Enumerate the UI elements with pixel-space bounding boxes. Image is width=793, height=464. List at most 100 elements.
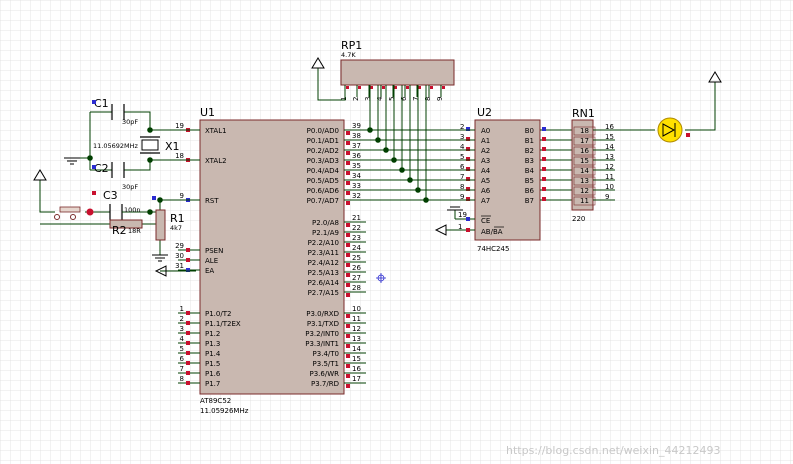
pin-state-marker [346,181,350,185]
u1-microcontroller[interactable]: U1 AT89C52 11.05926MHz 19XTAL118XTAL29RS… [175,106,366,415]
x1-ref-label: X1 [165,140,180,153]
u1-pin-number: 7 [180,365,184,373]
pin-state-marker [542,167,546,171]
resistor-r2[interactable]: R2 18R [109,219,143,237]
u1-pin-number: 8 [180,375,184,383]
c2-ref-label: C2 [94,162,109,175]
pin-state-marker [346,354,350,358]
u1-pin-name: P1.3 [205,340,220,348]
u1-pin-number: 27 [352,274,361,282]
rn1-pin-number: 14 [605,143,614,151]
pin-state-marker [542,147,546,151]
rn1-pin-number: 18 [580,127,589,135]
pin-state-marker [186,351,190,355]
u2-pin-name: B5 [525,177,534,185]
u1-pin-name: P3.6/WR [310,370,340,378]
u1-pin-name: P2.7/A15 [308,289,339,297]
pin-state-marker [346,374,350,378]
u2-pin-name: A4 [481,167,491,175]
rn1-pin-number: 14 [580,167,589,175]
u2-pin-name: A0 [481,127,490,135]
u1-pin-name: P1.2 [205,330,220,338]
pin-state-marker [186,371,190,375]
u1-pin-number: 34 [352,172,361,180]
u2-dir-pin-number: 1 [458,223,462,231]
u1-pin-number: 33 [352,182,361,190]
pin-state-marker [346,314,350,318]
junction-dot [407,177,413,183]
pin-state-marker [346,344,350,348]
pin-state-marker [346,171,350,175]
u1-pin-number: 29 [175,242,184,250]
pin-state-marker [346,283,350,287]
u1-pin-name: P1.4 [205,350,221,358]
r2-value-label: 18R [128,227,141,235]
rp1-pin-number: 2 [352,97,360,101]
u2-pin-name: B0 [525,127,534,135]
u1-pin-number: 37 [352,142,361,150]
u1-pin-name: P0.2/AD2 [307,147,339,155]
pin-state-marker [406,86,409,89]
rp1-value-label: 4.7K [341,51,356,59]
pin-state-marker [186,361,190,365]
u2-pin-name: B3 [525,157,534,165]
rn1-pin-number: 9 [605,193,609,201]
pin-state-marker [346,253,350,257]
u1-pin-number: 32 [352,192,361,200]
u1-pin-name: P1.5 [205,360,220,368]
u1-pin-name: P0.7/AD7 [307,197,339,205]
pin-state-marker [346,223,350,227]
pin-state-marker [346,131,350,135]
u1-pin-name: P2.3/A11 [308,249,339,257]
junction-dot [147,127,153,133]
u1-pin-name: RST [205,197,219,205]
c3-ref-label: C3 [103,189,118,202]
u1-pin-number: 13 [352,335,361,343]
u1-pin-name: P1.0/T2 [205,310,231,318]
u2-pin-name: B2 [525,147,534,155]
junction-dot [391,157,397,163]
junction-dot [399,167,405,173]
schematic-svg: U1 AT89C52 11.05926MHz 19XTAL118XTAL29RS… [0,0,793,464]
junction-dot [147,157,153,163]
u1-pin-name: P3.1/TXD [307,320,339,328]
c3-value-label: 100n [124,206,141,214]
u1-pin-name: P3.7/RD [311,380,339,388]
u1-pin-number: 11 [352,315,361,323]
u1-pin-number: 22 [352,224,361,232]
u1-pin-number: 6 [180,355,185,363]
pin-state-marker [382,86,385,89]
pin-state-marker [358,86,361,89]
rn1-pin-number: 15 [580,157,589,165]
u2-dir-label: AB/BA [481,228,503,236]
pin-state-marker [186,311,190,315]
junction-dot [157,197,163,203]
junction-dot [87,155,93,161]
u1-pin-name: PSEN [205,247,223,255]
pin-state-marker [346,86,349,89]
u2-pin-name: B4 [525,167,535,175]
u2-pin-name: B6 [525,187,535,195]
rp1-pin-number: 6 [400,96,408,101]
pin-state-marker [542,197,546,201]
u1-pin-name: P0.6/AD6 [307,187,340,195]
rn1-pin-number: 15 [605,133,614,141]
pin-state-marker [442,86,445,89]
pin-state-marker [346,243,350,247]
pin-state-marker [346,293,350,297]
rp1-pin-number: 3 [364,97,372,101]
pin-state-marker [186,248,190,252]
u1-pin-name: P1.6 [205,370,221,378]
u1-pin-name: P0.5/AD5 [307,177,339,185]
u2-part-label: 74HC245 [477,245,509,253]
u1-part-label: AT89C52 [200,397,231,405]
rn1-pin-number: 13 [605,153,614,161]
u1-pin-number: 1 [180,305,184,313]
pin-state-marker [346,161,350,165]
rp1-pin-number: 9 [436,97,444,101]
u1-pin-number: 39 [352,122,361,130]
u1-pin-number: 16 [352,365,361,373]
rn1-pin-number: 13 [580,177,589,185]
u2-pin-name: A5 [481,177,490,185]
junction-dot [423,197,429,203]
